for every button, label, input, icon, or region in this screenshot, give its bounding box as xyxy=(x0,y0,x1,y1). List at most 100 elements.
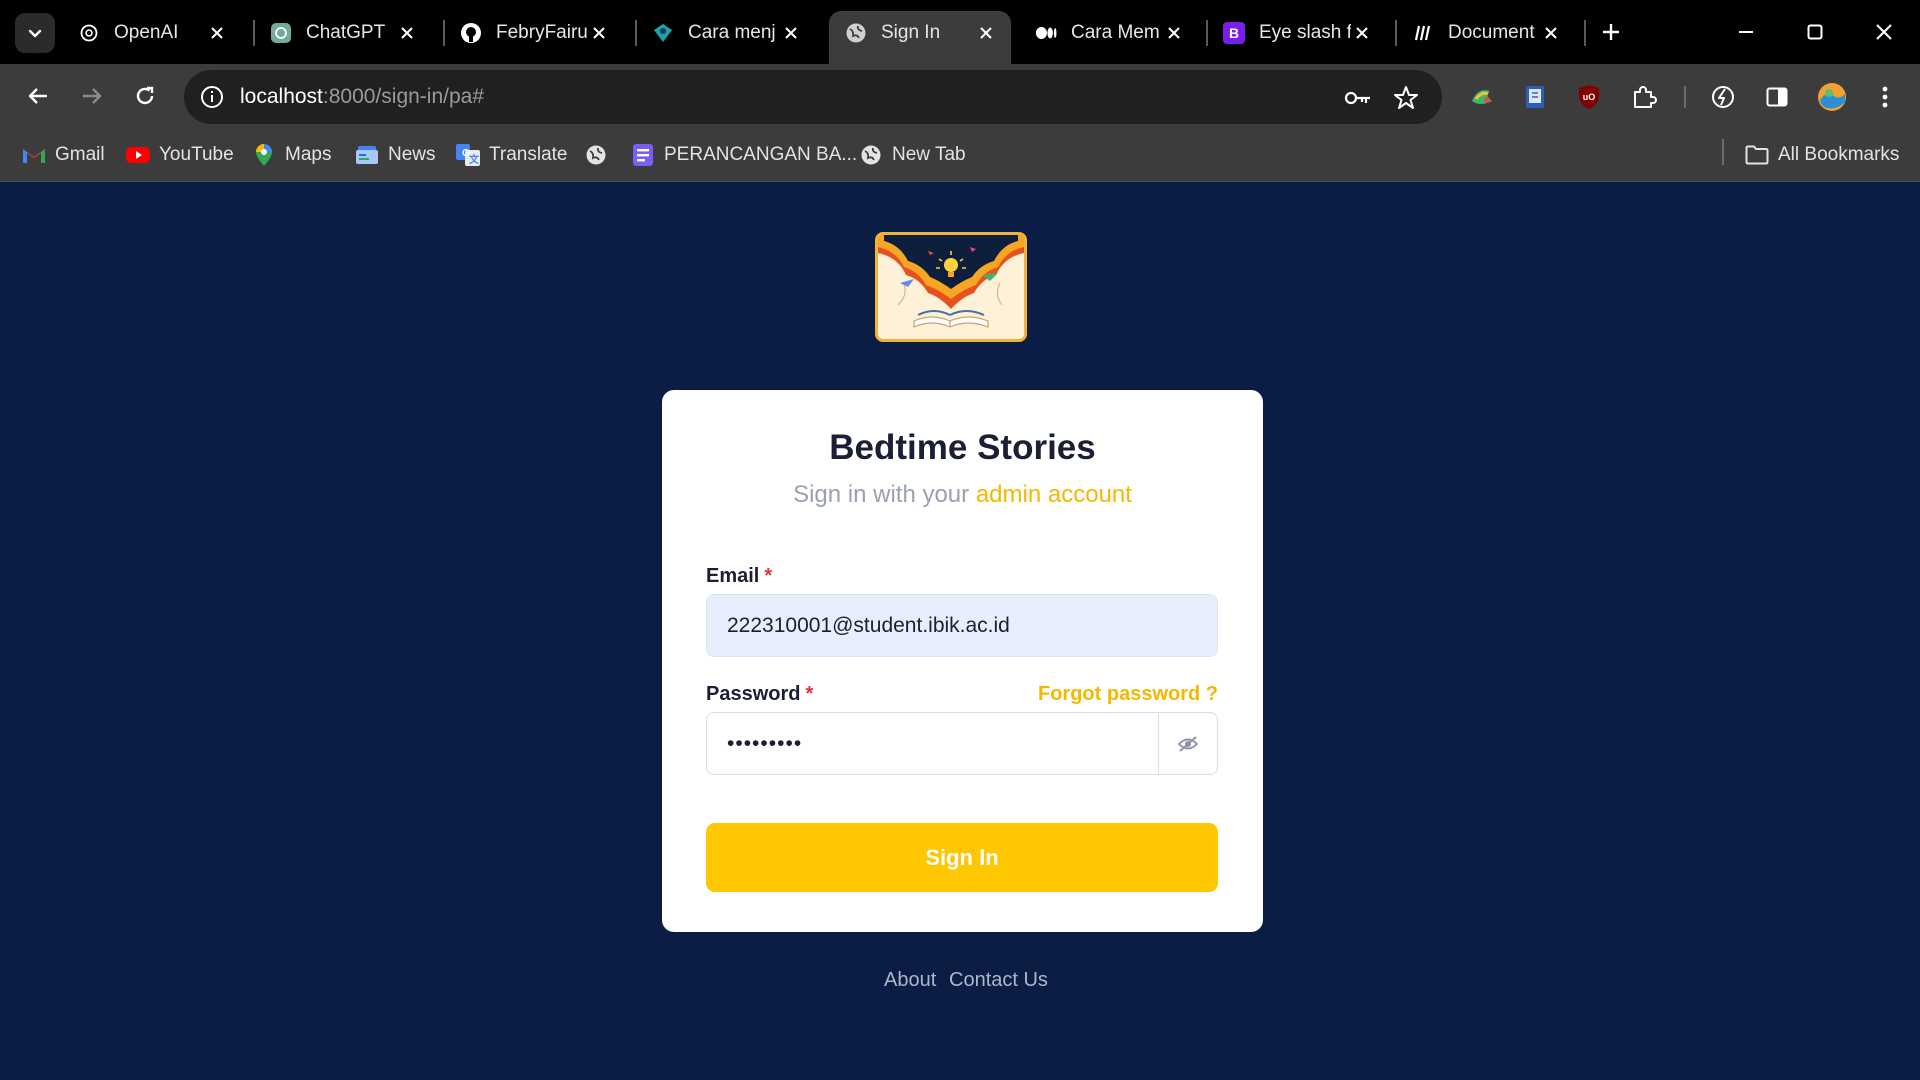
required-mark: * xyxy=(764,565,773,587)
folder-icon xyxy=(1745,143,1769,167)
password-value: ••••••••• xyxy=(727,731,803,755)
tab-github[interactable]: FebryFairu xyxy=(444,11,624,54)
ublock-shield-icon: uO xyxy=(1579,85,1599,109)
sign-in-page: Bedtime Stories Sign in with your admin … xyxy=(5,183,1920,1080)
extension-book-button[interactable] xyxy=(1518,80,1552,114)
arrow-right-icon xyxy=(83,88,102,104)
all-bookmarks-label: All Bookmarks xyxy=(1778,144,1900,165)
bookmark-globe[interactable] xyxy=(584,139,617,171)
toggle-password-visibility-button[interactable] xyxy=(1158,712,1218,775)
minimize-button[interactable] xyxy=(1728,14,1764,50)
open-book-logo-icon xyxy=(878,235,1024,339)
footer-link-contact-us[interactable]: Contact Us xyxy=(949,969,1048,992)
email-label: Email * xyxy=(706,565,772,588)
extensions-button[interactable] xyxy=(1627,80,1661,114)
gmail-icon xyxy=(22,143,46,167)
bookmark-translate[interactable]: G文 Translate xyxy=(456,139,568,171)
browser-menu-button[interactable] xyxy=(1868,80,1902,114)
bookmark-news[interactable]: News xyxy=(355,139,436,171)
news-icon xyxy=(355,143,379,167)
password-field[interactable]: ••••••••• xyxy=(706,712,1159,775)
svg-text:B: B xyxy=(1229,25,1239,41)
bookmark-youtube[interactable]: YouTube xyxy=(126,139,234,171)
maximize-button[interactable] xyxy=(1797,14,1833,50)
tab-strip: OpenAI ChatGPT FebryFairu Cara menj Sign… xyxy=(0,0,1920,64)
ublock-origin-button[interactable]: uO xyxy=(1572,80,1606,114)
close-icon[interactable] xyxy=(1540,22,1562,44)
tab-cara-mem[interactable]: Cara Mem xyxy=(1019,11,1199,54)
globe-icon xyxy=(584,143,608,167)
forward-button[interactable] xyxy=(72,76,112,116)
globe-icon xyxy=(845,22,867,44)
sign-in-card: Bedtime Stories Sign in with your admin … xyxy=(662,390,1263,932)
browser-toolbar: localhost:8000/sign-in/pa# uO xyxy=(0,64,1920,129)
side-panel-button[interactable] xyxy=(1760,80,1794,114)
bookmark-label: News xyxy=(388,144,436,165)
translate-icon: G文 xyxy=(456,143,480,167)
toolbar-separator xyxy=(1684,86,1686,108)
bookmark-gmail[interactable]: Gmail xyxy=(22,139,105,171)
tab-chatgpt[interactable]: ChatGPT xyxy=(254,11,432,54)
bookmarks-separator xyxy=(1722,139,1724,165)
close-icon[interactable] xyxy=(1351,22,1373,44)
chevron-down-icon xyxy=(28,29,42,38)
url-path: :8000/sign-in/pa# xyxy=(322,85,485,108)
close-icon xyxy=(1876,24,1892,40)
performance-button[interactable] xyxy=(1706,80,1740,114)
back-button[interactable] xyxy=(18,76,58,116)
bedtime-stories-logo xyxy=(875,232,1027,342)
tab-openai[interactable]: OpenAI xyxy=(62,11,242,54)
bookmark-label: YouTube xyxy=(159,144,234,165)
password-key-button[interactable] xyxy=(1342,82,1374,114)
close-icon[interactable] xyxy=(206,22,228,44)
tab-sign-in[interactable]: Sign In xyxy=(829,11,1011,64)
close-window-button[interactable] xyxy=(1866,14,1902,50)
bootstrap-icon: B xyxy=(1223,21,1245,44)
bookmark-label: Translate xyxy=(489,144,568,165)
tab-title: Sign In xyxy=(881,21,941,43)
email-value: 222310001@student.ibik.ac.id xyxy=(727,613,1010,637)
bookmark-new-tab[interactable]: New Tab xyxy=(859,139,966,171)
bookmark-maps[interactable]: Maps xyxy=(252,139,331,171)
close-icon[interactable] xyxy=(1163,22,1185,44)
address-bar[interactable]: localhost:8000/sign-in/pa# xyxy=(184,70,1442,124)
url-text[interactable]: localhost:8000/sign-in/pa# xyxy=(240,70,484,124)
close-icon[interactable] xyxy=(975,22,997,44)
book-icon xyxy=(1526,86,1544,108)
mdn-icon xyxy=(1412,22,1434,44)
tab-title: OpenAI xyxy=(114,21,179,43)
forgot-password-link[interactable]: Forgot password ? xyxy=(1038,683,1218,706)
sign-in-button[interactable]: Sign In xyxy=(706,823,1218,892)
tab-cara-menj[interactable]: Cara menj xyxy=(636,11,816,54)
tab-search-button[interactable] xyxy=(15,13,55,53)
youtube-icon xyxy=(126,143,150,167)
tab-eye-slash[interactable]: B Eye slash f xyxy=(1207,11,1387,54)
avatar-icon xyxy=(1818,83,1846,111)
close-icon[interactable] xyxy=(396,22,418,44)
profile-avatar[interactable] xyxy=(1815,80,1849,114)
eye-slash-icon xyxy=(1177,735,1199,752)
more-vertical-icon xyxy=(1882,86,1888,108)
close-icon[interactable] xyxy=(780,22,802,44)
footer-link-about[interactable]: About xyxy=(884,969,936,992)
site-icon xyxy=(652,22,674,44)
email-field[interactable]: 222310001@student.ibik.ac.id xyxy=(706,594,1218,657)
svg-text:uO: uO xyxy=(1583,92,1596,102)
close-icon[interactable] xyxy=(588,22,610,44)
subtitle-prefix: Sign in with your xyxy=(793,481,970,508)
tab-title: Document xyxy=(1448,21,1535,43)
card-title: Bedtime Stories xyxy=(829,428,1096,467)
site-info-icon[interactable] xyxy=(198,83,226,111)
new-tab-button[interactable] xyxy=(1596,17,1626,47)
reload-button[interactable] xyxy=(125,76,165,116)
tab-separator xyxy=(1584,20,1586,46)
all-bookmarks-button[interactable]: All Bookmarks xyxy=(1745,139,1899,171)
url-host: localhost xyxy=(240,85,323,108)
bookmark-star-button[interactable] xyxy=(1390,82,1422,114)
globe-icon xyxy=(859,143,883,167)
tab-document[interactable]: Document xyxy=(1396,11,1576,54)
extension-colorful-icon xyxy=(1472,90,1492,104)
star-icon xyxy=(1394,86,1418,109)
bookmark-perancangan[interactable]: PERANCANGAN BA... xyxy=(631,139,857,171)
extension-colorful-button[interactable] xyxy=(1465,80,1499,114)
